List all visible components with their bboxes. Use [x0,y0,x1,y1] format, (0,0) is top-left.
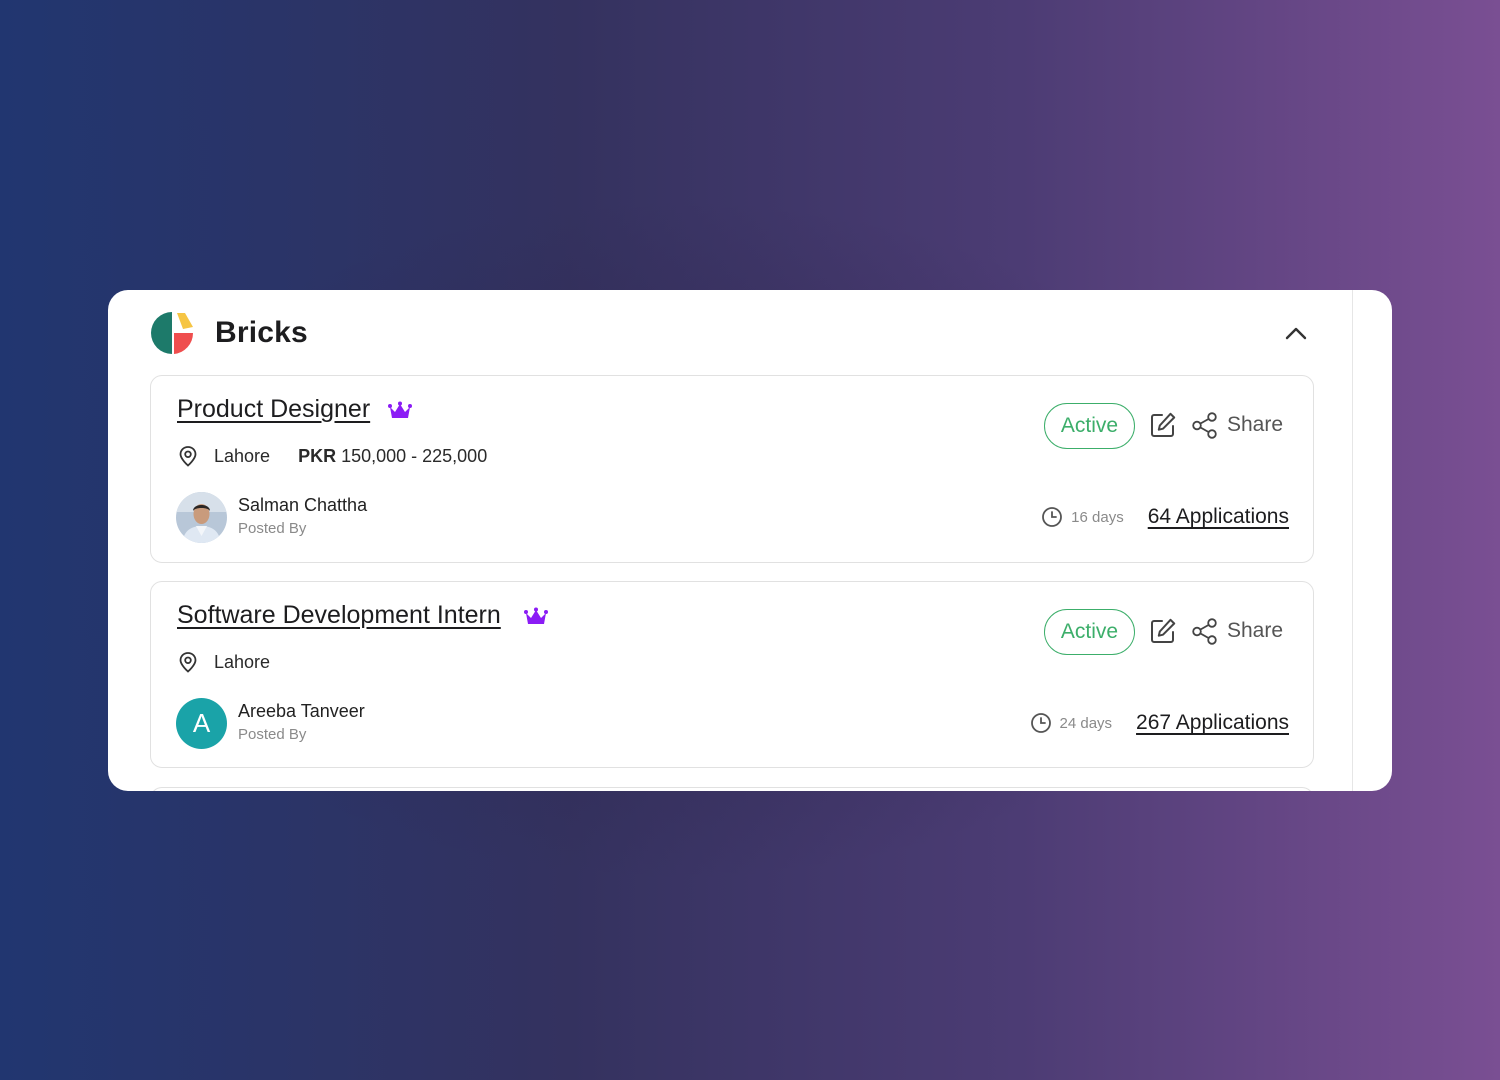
company-header: Bricks [108,290,1352,376]
avatar-photo [176,492,227,543]
company-name: Bricks [215,316,308,349]
share-icon [1192,617,1217,645]
edit-icon[interactable] [1149,411,1177,439]
clock-icon [1042,507,1063,527]
chevron-up-icon [1285,327,1307,340]
job-location: Lahore [214,445,271,466]
avatar [176,492,227,543]
poster-role-label: Posted By [238,520,307,537]
share-label: Share [1227,619,1284,642]
share-icon [1192,411,1217,439]
share-label: Share [1227,413,1284,436]
posted-age: 16 days [1071,508,1124,526]
job-details-row: Lahore PKR 150,000 - 225,000 [177,444,487,468]
collapse-button[interactable] [1283,320,1309,346]
job-card: Product Designer Lahore PKR 150,000 - 225… [150,375,1314,563]
job-salary: PKR 150,000 - 225,000 [298,446,487,467]
share-button[interactable]: Share [1191,410,1283,440]
company-logo [151,312,194,354]
poster-name: Salman Chattha [238,495,368,515]
salary-range: 150,000 - 225,000 [341,445,488,466]
job-title-link[interactable]: Product Designer [177,395,370,424]
panel-divider [1352,290,1353,791]
share-button[interactable]: Share [1191,616,1283,646]
job-details-row: Lahore [177,650,270,674]
job-title-link[interactable]: Software Development Intern [177,601,501,630]
job-card-partial [150,787,1314,791]
location-pin-icon [179,652,197,673]
status-badge[interactable]: Active [1044,403,1135,449]
company-jobs-panel: Bricks Product Designer Lahore PKR 150,00… [108,290,1392,791]
poster-name: Areeba Tanveer [238,701,365,721]
job-meta-row: 16 days 64 Applications [1041,502,1289,532]
job-location: Lahore [214,651,271,672]
avatar: A [176,698,227,749]
job-card: Software Development Intern Lahore A Are… [150,581,1314,768]
edit-icon[interactable] [1149,617,1177,645]
clock-icon [1030,713,1051,733]
status-badge[interactable]: Active [1044,609,1135,655]
job-meta-row: 24 days 267 Applications [1030,708,1289,738]
applications-link[interactable]: 267 Applications [1136,711,1289,735]
poster-role-label: Posted By [238,726,307,743]
crown-icon [524,607,548,624]
salary-currency: PKR [298,445,337,466]
posted-age: 24 days [1059,714,1113,732]
crown-icon [388,401,412,418]
location-pin-icon [179,446,197,467]
applications-link[interactable]: 64 Applications [1148,505,1289,529]
